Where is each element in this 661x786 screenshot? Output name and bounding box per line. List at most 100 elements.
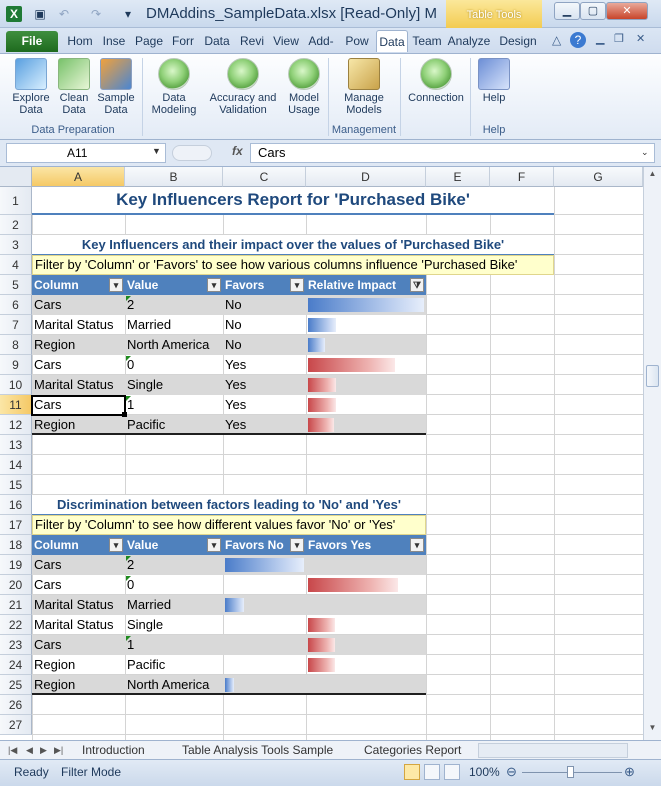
row-header[interactable]: 13 [0,435,32,455]
favors-no-cell[interactable] [223,555,306,575]
row-header[interactable]: 8 [0,335,32,355]
value-cell[interactable]: 2 [125,295,223,315]
customize-toolbar-icon[interactable]: ▾ [120,6,136,22]
impact-cell[interactable] [306,395,426,415]
row-header[interactable]: 25 [0,675,32,695]
impact-cell[interactable] [306,315,426,335]
filter-dropdown-icon[interactable]: ▾ [290,538,304,552]
row-header[interactable]: 26 [0,695,32,715]
row-header[interactable]: 3 [0,235,32,255]
column-cell[interactable]: Cars [32,295,125,315]
tab-power[interactable]: Pow [340,30,374,52]
value-cell[interactable]: 1 [125,635,223,655]
column-cell[interactable]: Cars [32,355,125,375]
impact-cell[interactable] [306,415,426,435]
connection-button[interactable]: Connection [404,58,468,104]
column-cell[interactable]: Marital Status [32,375,125,395]
value-cell[interactable]: North America [125,335,223,355]
row-header[interactable]: 15 [0,475,32,495]
column-header-g[interactable]: G [554,167,643,187]
row-header[interactable]: 7 [0,315,32,335]
vertical-scrollbar[interactable]: ▲ ▼ [643,167,661,740]
minimize-button[interactable]: ▁ [554,2,580,20]
row-header[interactable]: 21 [0,595,32,615]
filter-dropdown-icon[interactable]: ▾ [207,278,221,292]
favors-no-cell[interactable] [223,615,306,635]
column-cell[interactable]: Cars [32,575,125,595]
row-header[interactable]: 23 [0,635,32,655]
row-header[interactable]: 20 [0,575,32,595]
favors-cell[interactable]: No [223,335,306,355]
column-cell[interactable]: Cars [32,555,125,575]
column-header-a[interactable]: A [32,167,125,187]
tab-home[interactable]: Hom [64,30,96,52]
ribbon-collapse-icon[interactable]: △ [552,33,561,47]
page-break-view-icon[interactable] [444,764,460,780]
data-modeling-button[interactable]: Data Modeling [146,58,202,116]
tab-analyze[interactable]: Analyze [446,30,492,52]
save-icon[interactable]: ▣ [32,6,48,22]
table-header-cell[interactable]: Favors Yes ▾ [306,535,426,555]
row-header[interactable]: 4 [0,255,32,275]
tab-file[interactable]: File [6,31,58,52]
filter-dropdown-icon[interactable]: ▾ [290,278,304,292]
value-cell[interactable]: Single [125,615,223,635]
row-header[interactable]: 27 [0,715,32,735]
favors-yes-cell[interactable] [306,675,426,695]
value-cell[interactable]: 1 [125,395,223,415]
formula-input[interactable]: Cars [250,143,655,163]
column-cell[interactable]: Cars [32,635,125,655]
favors-cell[interactable]: No [223,295,306,315]
explore-data-button[interactable]: Explore Data [8,58,54,116]
favors-cell[interactable]: Yes [223,375,306,395]
column-cell[interactable]: Region [32,655,125,675]
column-header-e[interactable]: E [426,167,490,187]
impact-cell[interactable] [306,375,426,395]
select-all-corner[interactable] [0,167,32,187]
favors-cell[interactable]: Yes [223,355,306,375]
value-cell[interactable]: 0 [125,355,223,375]
value-cell[interactable]: Pacific [125,655,223,675]
close-button[interactable]: ✕ [606,2,648,20]
row-header[interactable]: 24 [0,655,32,675]
row-header[interactable]: 11 [0,395,32,415]
row-header[interactable]: 9 [0,355,32,375]
scroll-down-icon[interactable]: ▼ [646,723,659,737]
tab-add-ins[interactable]: Add- [304,30,338,52]
tab-view[interactable]: View [270,30,302,52]
value-cell[interactable]: Married [125,315,223,335]
fill-handle[interactable] [122,412,127,417]
favors-no-cell[interactable] [223,655,306,675]
table-header-cell[interactable]: Column ▾ [32,275,125,295]
row-header[interactable]: 1 [0,187,32,215]
sheet-nav-last-icon[interactable]: ▶| [54,742,63,759]
row-header[interactable]: 5 [0,275,32,295]
manage-models-button[interactable]: Manage Models [332,58,396,116]
column-cell[interactable]: Marital Status [32,595,125,615]
normal-view-icon[interactable] [404,764,420,780]
horizontal-scrollbar[interactable] [478,743,628,758]
name-box-dropdown-icon[interactable]: ▼ [152,146,161,156]
favors-no-cell[interactable] [223,595,306,615]
row-header[interactable]: 2 [0,215,32,235]
help-button[interactable]: Help [474,58,514,104]
page-layout-view-icon[interactable] [424,764,440,780]
column-header-f[interactable]: F [490,167,554,187]
value-cell[interactable]: 0 [125,575,223,595]
scroll-up-icon[interactable]: ▲ [646,169,659,183]
value-cell[interactable]: North America [125,675,223,695]
row-header[interactable]: 10 [0,375,32,395]
column-cell[interactable]: Region [32,675,125,695]
row-header[interactable]: 22 [0,615,32,635]
sheet-tab-introduction[interactable]: Introduction [82,742,145,759]
impact-cell[interactable] [306,335,426,355]
sheet-tab-categories-report[interactable]: Categories Report [364,742,461,759]
favors-yes-cell[interactable] [306,575,426,595]
clean-data-button[interactable]: Clean Data [54,58,94,116]
sheet-tab-table-analysis-tools-sample[interactable]: Table Analysis Tools Sample [182,742,333,759]
favors-yes-cell[interactable] [306,555,426,575]
workbook-close-icon[interactable]: ✕ [636,32,645,45]
sheet-nav-first-icon[interactable]: |◀ [8,742,17,759]
help-icon[interactable]: ? [570,32,586,48]
filter-dropdown-icon[interactable]: ▾ [207,538,221,552]
